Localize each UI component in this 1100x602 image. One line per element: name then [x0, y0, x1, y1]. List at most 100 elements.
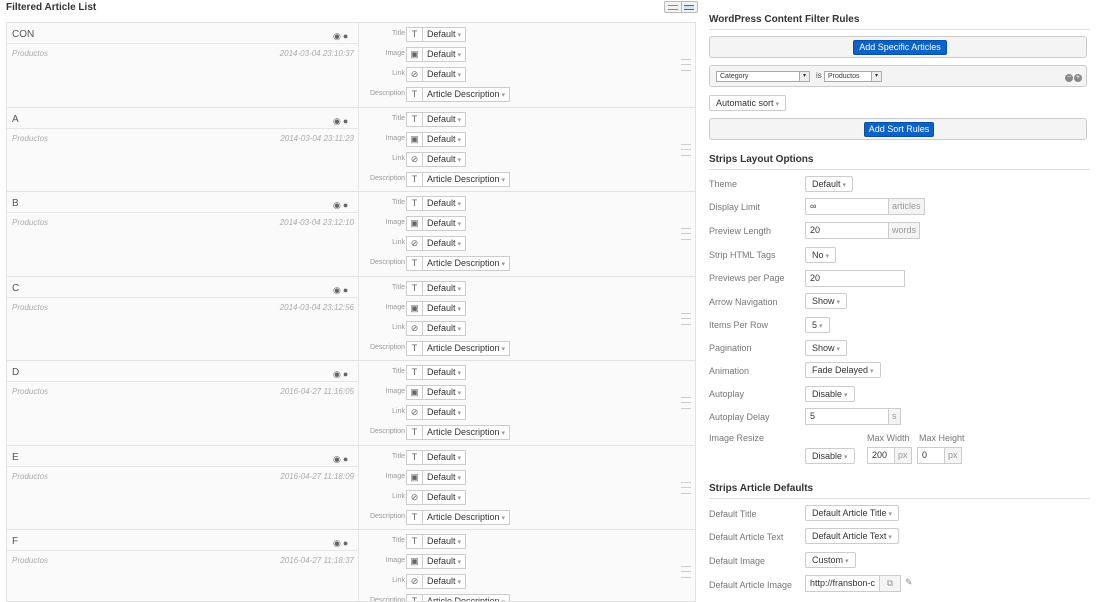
article-row[interactable]: B ◉● Productos 2014-03-04 23:12:10 Title T Def…: [7, 192, 695, 277]
max-width-input[interactable]: 200: [867, 447, 895, 464]
rule-value-select[interactable]: Productos ▾: [824, 71, 882, 82]
drag-handle-icon[interactable]: [681, 228, 691, 240]
article-row[interactable]: A ◉● Productos 2014-03-04 23:11:23 Title T Def…: [7, 107, 695, 192]
field-row: DescriptionTArticle Description▾: [359, 87, 679, 103]
field-source-select[interactable]: Article Description▾: [423, 87, 511, 102]
field-source-select[interactable]: Article Description▾: [423, 340, 511, 356]
view-toggle[interactable]: [664, 1, 698, 13]
preview-length-unit: words: [888, 222, 921, 239]
eye-icon[interactable]: ◉: [333, 454, 343, 464]
arrow-navigation-select[interactable]: Show ▾: [805, 293, 848, 309]
default-title-select[interactable]: Default Article Title ▾: [805, 505, 900, 521]
field-source-select[interactable]: Default ▾: [423, 574, 467, 589]
display-limit-input[interactable]: ∞: [805, 198, 889, 215]
drag-handle-icon[interactable]: [681, 481, 691, 494]
field-row: Image ▣ Default ▾: [359, 131, 679, 148]
article-actions: ◉●: [333, 285, 350, 296]
field-source-select[interactable]: Article Description▾: [423, 594, 511, 601]
animation-select[interactable]: Fade Delayed ▾: [805, 362, 881, 378]
field-source-select[interactable]: Article Description▾: [423, 425, 511, 440]
drag-handle-icon[interactable]: [681, 397, 691, 409]
remove-rule-icon[interactable]: −: [1065, 74, 1073, 82]
article-row[interactable]: C ◉● Productos 2014-03-04 23:12:56 Title T Def…: [7, 276, 695, 361]
rule-field-select[interactable]: Category ▾: [716, 71, 810, 82]
theme-select[interactable]: Default ▾: [805, 176, 854, 192]
drag-handle-icon[interactable]: [681, 312, 691, 325]
info-icon[interactable]: ●: [343, 116, 350, 126]
default-article-image-input[interactable]: http://fransbon-c: [805, 575, 880, 592]
field-source-select[interactable]: Default ▾: [423, 320, 467, 336]
field-source-select[interactable]: Article Description▾: [423, 509, 511, 525]
info-icon[interactable]: ●: [343, 538, 350, 548]
autoplay-label: Autoplay: [709, 389, 745, 399]
drag-handle-icon[interactable]: [681, 59, 691, 71]
drag-handle-icon[interactable]: [681, 566, 691, 578]
list-view-icon[interactable]: [665, 2, 682, 12]
field-source-select[interactable]: Default ▾: [423, 449, 467, 465]
default-image-select[interactable]: Custom ▾: [805, 552, 856, 568]
field-source-select[interactable]: Default ▾: [423, 554, 467, 569]
article-date: 2014-03-04 23:10:37: [279, 49, 354, 58]
info-icon[interactable]: ●: [343, 454, 350, 464]
automatic-sort-button[interactable]: Automatic sort ▾: [709, 95, 787, 111]
link-icon: ⊘: [406, 151, 423, 167]
eye-icon[interactable]: ◉: [333, 31, 343, 41]
field-source-select[interactable]: Article Description▾: [423, 171, 511, 187]
eye-icon[interactable]: ◉: [333, 285, 343, 295]
info-icon[interactable]: ●: [343, 31, 350, 41]
article-row[interactable]: F ◉● Productos 2016-04-27 11:18:37 Title T Def…: [7, 530, 695, 601]
field-source-select[interactable]: Default ▾: [423, 489, 467, 505]
autoplay-select[interactable]: Disable ▾: [805, 386, 855, 402]
field-source-select[interactable]: Default ▾: [423, 196, 467, 211]
field-row: Title T Default ▾: [359, 27, 679, 43]
field-source-select[interactable]: Default ▾: [423, 27, 467, 42]
strip-html-select[interactable]: No ▾: [805, 247, 837, 263]
text-icon: T: [406, 196, 423, 211]
article-row[interactable]: D ◉● Productos 2016-04-27 11:16:05 Title T Def…: [7, 361, 695, 446]
article-row[interactable]: E ◉● Productos 2016-04-27 11:18:09 Title T Def…: [7, 445, 695, 530]
field-source-select[interactable]: Default ▾: [423, 216, 467, 231]
eye-icon[interactable]: ◉: [333, 369, 343, 379]
field-source-select[interactable]: Default ▾: [423, 111, 467, 127]
field-source-select[interactable]: Default ▾: [423, 469, 467, 485]
edit-icon[interactable]: ✎: [905, 577, 913, 588]
article-actions: ◉●: [333, 200, 350, 211]
field-label: Link: [392, 577, 405, 584]
chevron-down-icon: ▾: [775, 101, 780, 108]
pagination-select[interactable]: Show ▾: [805, 340, 848, 356]
field-source-select[interactable]: Default ▾: [423, 131, 467, 147]
preview-length-input[interactable]: 20: [805, 222, 889, 239]
eye-icon[interactable]: ◉: [333, 200, 343, 210]
add-specific-articles-button[interactable]: Add Specific Articles: [853, 40, 947, 55]
article-row[interactable]: CON ◉● Productos 2014-03-04 23:10:37 Title T D…: [7, 23, 695, 108]
text-icon: T: [406, 509, 423, 525]
items-per-row-select[interactable]: 5 ▾: [805, 317, 830, 333]
previews-per-page-input[interactable]: 20: [805, 270, 905, 287]
field-source-select[interactable]: Default ▾: [423, 385, 467, 400]
info-icon[interactable]: ●: [343, 200, 350, 210]
field-source-select[interactable]: Default ▾: [423, 236, 467, 251]
media-library-icon[interactable]: ⧉: [879, 575, 901, 592]
field-source-select[interactable]: Default ▾: [423, 405, 467, 420]
field-source-select[interactable]: Default ▾: [423, 365, 467, 380]
image-resize-select[interactable]: Disable ▾: [805, 448, 855, 464]
field-source-select[interactable]: Default ▾: [423, 300, 467, 316]
field-source-select[interactable]: Default ▾: [423, 151, 467, 167]
add-sort-rules-button[interactable]: Add Sort Rules: [864, 122, 934, 137]
eye-icon[interactable]: ◉: [333, 538, 343, 548]
max-height-input[interactable]: 0: [917, 447, 945, 464]
field-source-select[interactable]: Article Description▾: [423, 256, 511, 271]
info-icon[interactable]: ●: [343, 285, 350, 295]
field-source-select[interactable]: Default ▾: [423, 534, 467, 549]
default-article-text-select[interactable]: Default Article Text ▾: [805, 528, 899, 544]
grid-view-icon[interactable]: [682, 2, 698, 12]
field-source-select[interactable]: Default ▾: [423, 67, 467, 82]
field-label: Link: [392, 492, 405, 500]
field-source-select[interactable]: Default ▾: [423, 47, 467, 62]
info-icon[interactable]: ●: [343, 369, 350, 379]
drag-handle-icon[interactable]: [681, 143, 691, 156]
add-rule-icon[interactable]: +: [1074, 74, 1082, 82]
eye-icon[interactable]: ◉: [333, 116, 343, 126]
field-source-select[interactable]: Default ▾: [423, 280, 467, 296]
autoplay-delay-input[interactable]: 5: [805, 408, 889, 425]
